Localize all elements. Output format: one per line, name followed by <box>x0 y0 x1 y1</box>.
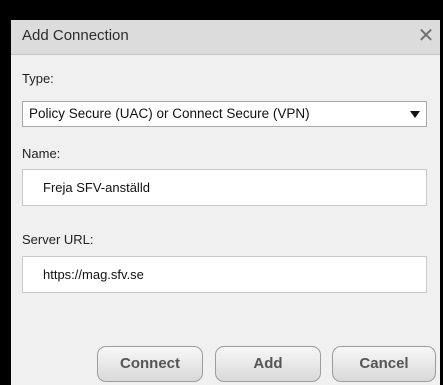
connect-button[interactable]: Connect <box>97 346 203 382</box>
dialog-titlebar[interactable]: Add Connection ✕ <box>11 20 440 55</box>
server-url-input[interactable] <box>23 257 426 292</box>
dropdown-arrow-icon <box>410 111 420 118</box>
type-label: Type: <box>22 71 54 86</box>
add-button[interactable]: Add <box>215 346 321 382</box>
cancel-button[interactable]: Cancel <box>332 346 436 382</box>
name-field-box <box>22 169 427 206</box>
server-url-label: Server URL: <box>22 232 94 247</box>
add-connection-dialog: Add Connection ✕ Type: Policy Secure (UA… <box>11 20 440 385</box>
name-label: Name: <box>22 146 61 161</box>
dialog-title: Add Connection <box>22 27 129 44</box>
type-dropdown[interactable]: Policy Secure (UAC) or Connect Secure (V… <box>22 101 427 127</box>
name-input[interactable] <box>23 170 426 205</box>
server-url-field-box <box>22 256 427 293</box>
type-selected-value: Policy Secure (UAC) or Connect Secure (V… <box>29 106 310 121</box>
close-icon[interactable]: ✕ <box>415 25 437 47</box>
